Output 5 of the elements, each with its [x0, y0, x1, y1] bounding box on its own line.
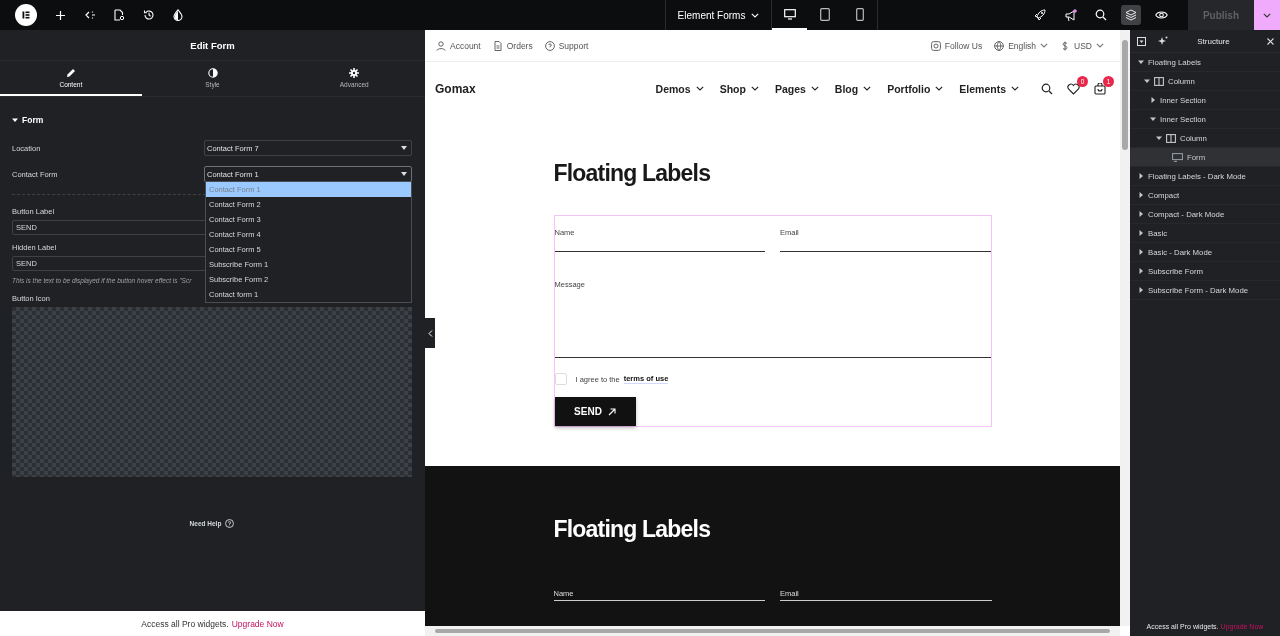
- section-heading: Floating Labels: [553, 160, 712, 187]
- panel-title: Structure: [1196, 36, 1231, 46]
- panel-title: Edit Form: [190, 39, 235, 51]
- section-heading: Floating Labels: [553, 516, 712, 543]
- promo-text: Access all Pro widgets.: [141, 618, 229, 629]
